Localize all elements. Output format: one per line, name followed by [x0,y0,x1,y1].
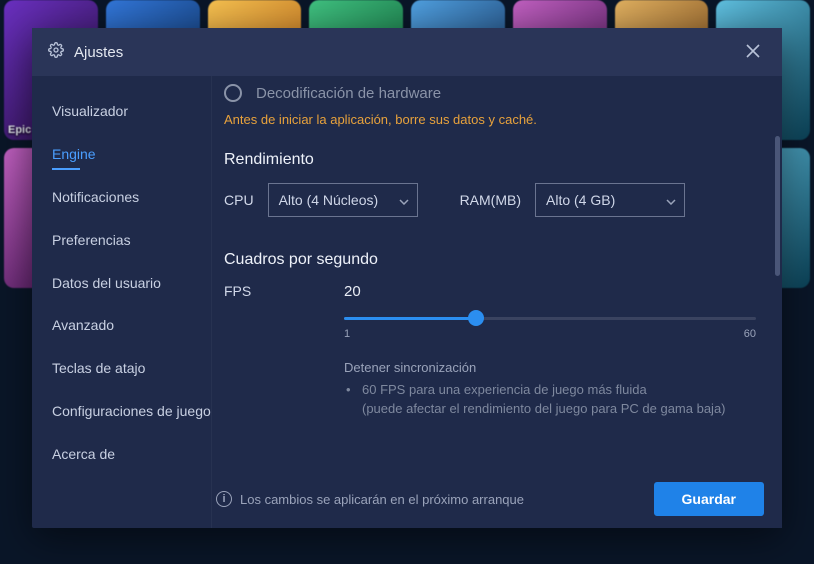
sidebar-item-preferencias[interactable]: Preferencias [52,219,211,262]
sidebar-item-datos-usuario[interactable]: Datos del usuario [52,262,211,305]
ram-select[interactable]: Alto (4 GB) [535,183,685,217]
sidebar-item-label: Preferencias [52,232,131,248]
performance-title: Rendimiento [224,151,756,169]
cpu-label: CPU [224,192,254,208]
sidebar-item-acerca-de[interactable]: Acerca de [52,433,211,476]
fps-hint: Detener sincronización 60 FPS para una e… [344,358,756,419]
close-icon [746,44,760,58]
footer-bar: i Los cambios se aplicarán en el próximo… [212,470,782,528]
fps-value: 20 [344,283,756,300]
sidebar-item-label: Configuraciones de juego [52,403,211,419]
settings-modal: Ajustes Visualizador Engine Notificacion… [32,28,782,528]
fps-hint-line2: (puede afectar el rendimiento del juego … [362,401,726,416]
chevron-down-icon [399,192,409,208]
sidebar-item-visualizador[interactable]: Visualizador [52,90,211,133]
save-button[interactable]: Guardar [654,482,764,516]
sidebar-item-engine[interactable]: Engine [52,133,211,176]
modal-header: Ajustes [32,28,782,76]
slider-min-label: 1 [344,328,350,340]
sidebar-item-notificaciones[interactable]: Notificaciones [52,176,211,219]
sidebar-item-label: Teclas de atajo [52,360,145,376]
modal-title: Ajustes [74,44,740,61]
sidebar-item-label: Notificaciones [52,189,139,205]
save-button-label: Guardar [682,491,736,507]
cpu-select-value: Alto (4 Núcleos) [279,192,379,208]
settings-sidebar: Visualizador Engine Notificaciones Prefe… [32,76,212,528]
sidebar-item-avanzado[interactable]: Avanzado [52,304,211,347]
sidebar-item-config-juego[interactable]: Configuraciones de juego [52,390,211,433]
footer-note: i Los cambios se aplicarán en el próximo… [216,491,654,507]
footer-note-text: Los cambios se aplicarán en el próximo a… [240,492,524,507]
sidebar-item-label: Visualizador [52,103,128,119]
sidebar-item-label: Acerca de [52,446,115,462]
slider-fill [344,317,476,320]
ram-label: RAM(MB) [460,192,521,208]
scrollbar-thumb[interactable] [775,136,780,276]
radio-icon [224,84,242,102]
sidebar-item-teclas-atajo[interactable]: Teclas de atajo [52,347,211,390]
sidebar-item-label: Avanzado [52,317,114,333]
fps-title: Cuadros por segundo [224,251,756,269]
warning-text: Antes de iniciar la aplicación, borre su… [224,112,756,127]
fps-label: FPS [224,283,304,299]
slider-max-label: 60 [744,328,756,340]
fps-slider[interactable]: 1 60 [344,310,756,340]
hw-decode-label: Decodificación de hardware [256,85,441,102]
slider-thumb[interactable] [468,310,484,326]
sidebar-item-label: Engine [52,146,96,162]
info-icon: i [216,491,232,507]
fps-hint-line1: 60 FPS para una experiencia de juego más… [362,382,647,397]
chevron-down-icon [666,192,676,208]
fps-hint-title: Detener sincronización [344,358,756,378]
sidebar-item-label: Datos del usuario [52,275,161,291]
ram-select-value: Alto (4 GB) [546,192,615,208]
settings-content: Decodificación de hardware Antes de inic… [212,76,782,528]
gear-icon [48,42,64,63]
close-button[interactable] [740,37,766,67]
hw-decode-option[interactable]: Decodificación de hardware [224,84,756,102]
cpu-select[interactable]: Alto (4 Núcleos) [268,183,418,217]
